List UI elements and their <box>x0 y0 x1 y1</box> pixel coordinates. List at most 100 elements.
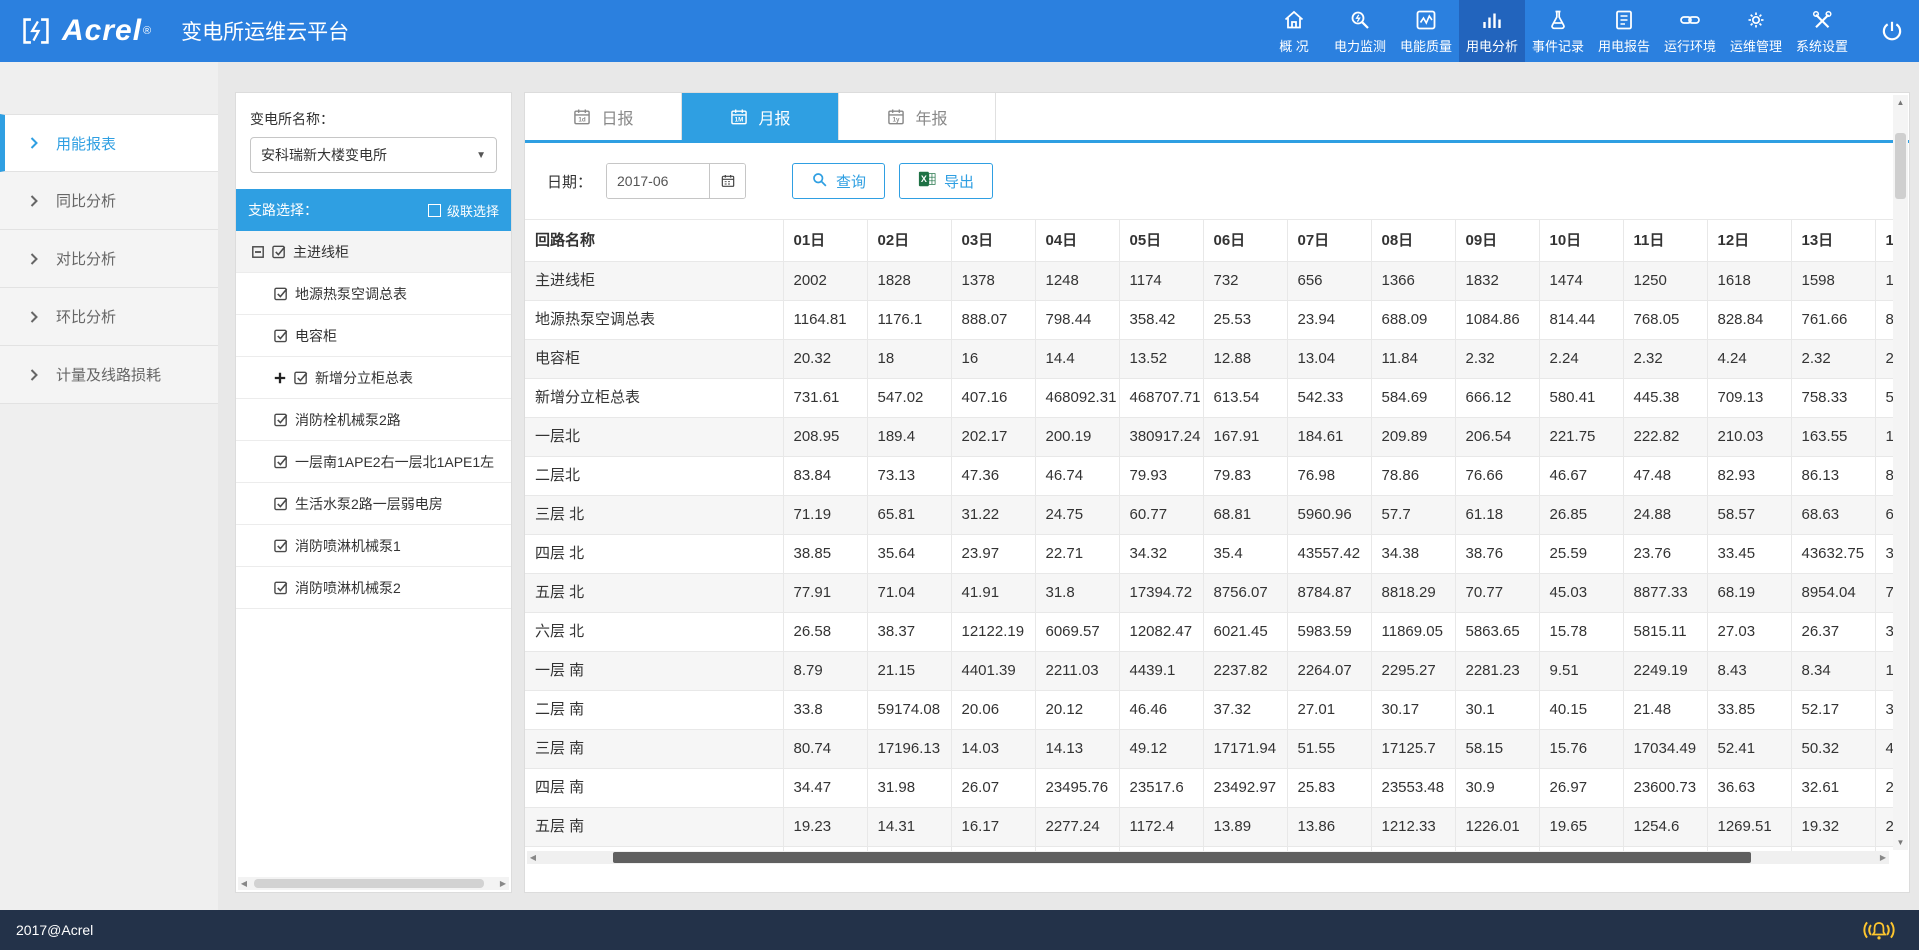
scroll-down-icon[interactable]: ▼ <box>1893 835 1908 850</box>
alarm-bell-icon[interactable] <box>1861 917 1897 943</box>
cell-value: 58.15 <box>1455 730 1539 769</box>
cell-value: 2264.07 <box>1287 652 1371 691</box>
expander-minus-icon[interactable] <box>252 246 266 258</box>
cascade-checkbox[interactable] <box>428 204 441 217</box>
cell-value: 49.12 <box>1119 730 1203 769</box>
tree-item[interactable]: 消防栓机械泵2路 <box>236 399 511 441</box>
tree-scrollbar-thumb[interactable] <box>254 879 484 888</box>
vertical-scrollbar-thumb[interactable] <box>1895 133 1906 199</box>
sidebar-item-yoy-analysis[interactable]: 同比分析 <box>0 172 218 230</box>
checkbox-checked-icon[interactable] <box>274 412 289 427</box>
checkbox-checked-icon[interactable] <box>274 454 289 469</box>
table-horizontal-scrollbar[interactable]: ◀ ▶ <box>527 851 1889 864</box>
cell-value: 208.95 <box>783 418 867 457</box>
tree-item[interactable]: 消防喷淋机械泵2 <box>236 567 511 609</box>
cell-value: 8.34 <box>1791 652 1875 691</box>
nav-item-power-monitor[interactable]: 电力监测 <box>1327 0 1393 62</box>
sidebar-item-energy-report[interactable]: 用能报表 <box>0 114 218 172</box>
checkbox-checked-icon[interactable] <box>272 244 287 259</box>
cell-value: 27.03 <box>1707 613 1791 652</box>
nav-item-overview[interactable]: 概 况 <box>1261 0 1327 62</box>
cell-value: 35.64 <box>867 535 951 574</box>
cell-value: 26.37 <box>1791 613 1875 652</box>
tree-item[interactable]: 一层南1APE2右一层北1APE1左 <box>236 441 511 483</box>
checkbox-checked-icon[interactable] <box>274 538 289 553</box>
tools-icon <box>1810 8 1834 32</box>
sidebar-item-mom-analysis[interactable]: 环比分析 <box>0 288 218 346</box>
nav-item-events[interactable]: 事件记录 <box>1525 0 1591 62</box>
cell-value: 40.15 <box>1539 691 1623 730</box>
tab-daily[interactable]: 1d日报 <box>525 93 682 140</box>
scroll-up-icon[interactable]: ▲ <box>1893 95 1908 110</box>
sidebar-item-line-loss[interactable]: 计量及线路损耗 <box>0 346 218 404</box>
cell-value: 1269.51 <box>1707 808 1791 847</box>
power-icon[interactable] <box>1879 18 1905 44</box>
cell-value: 1212.33 <box>1371 808 1455 847</box>
cell-value: 37.32 <box>1203 691 1287 730</box>
sidebar-item-compare[interactable]: 对比分析 <box>0 230 218 288</box>
nav-item-settings[interactable]: 系统设置 <box>1789 0 1855 62</box>
table-row: 三层 南80.7417196.1314.0314.1349.1217171.94… <box>525 730 1896 769</box>
cell-value: 71.04 <box>867 574 951 613</box>
acrel-logo-icon <box>20 17 52 45</box>
cell-value: 221.75 <box>1539 418 1623 457</box>
vertical-scrollbar[interactable]: ▲ ▼ <box>1893 95 1908 850</box>
checkbox-checked-icon[interactable] <box>294 370 309 385</box>
nav-item-label: 事件记录 <box>1532 36 1584 55</box>
tree-item[interactable]: 地源热泵空调总表 <box>236 273 511 315</box>
tree-horizontal-scrollbar[interactable]: ◀ ▶ <box>238 877 509 890</box>
cell-value: 20.06 <box>951 691 1035 730</box>
checkbox-checked-icon[interactable] <box>274 328 289 343</box>
tab-monthly[interactable]: 1M月报 <box>682 93 839 140</box>
checkbox-checked-icon[interactable] <box>274 580 289 595</box>
tree-item[interactable]: 生活水泵2路一层弱电房 <box>236 483 511 525</box>
tab-yearly[interactable]: 1y年报 <box>839 93 996 140</box>
station-select[interactable]: 安科瑞新大楼变电所 ▼ <box>250 137 497 173</box>
cell-value: 8784.87 <box>1287 574 1371 613</box>
nav-item-report[interactable]: 用电报告 <box>1591 0 1657 62</box>
calendar-day-icon: 1d <box>572 107 592 127</box>
tree-item[interactable]: 消防喷淋机械泵1 <box>236 525 511 567</box>
nav-item-usage-analysis[interactable]: 用电分析 <box>1459 0 1525 62</box>
query-button-label: 查询 <box>836 171 866 192</box>
nav-item-om[interactable]: 运维管理 <box>1723 0 1789 62</box>
cell-value: 76.66 <box>1455 457 1539 496</box>
table-row: 五层 北77.9171.0441.9131.817394.728756.0787… <box>525 574 1896 613</box>
scroll-left-icon[interactable]: ◀ <box>527 851 539 864</box>
query-button[interactable]: 查询 <box>792 163 885 199</box>
excel-icon: X <box>918 170 936 192</box>
tree-item[interactable]: 电容柜 <box>236 315 511 357</box>
cascade-select[interactable]: 级联选择 <box>428 201 499 220</box>
cell-value: 1226.01 <box>1455 808 1539 847</box>
table-row: 二层北83.8473.1347.3646.7479.9379.8376.9878… <box>525 457 1896 496</box>
cell-value: 8877.33 <box>1623 574 1707 613</box>
cell-value: 19.23 <box>783 808 867 847</box>
checkbox-checked-icon[interactable] <box>274 286 289 301</box>
checkbox-checked-icon[interactable] <box>274 496 289 511</box>
tree-item-label: 电容柜 <box>295 326 337 346</box>
cell-value: 613.54 <box>1203 379 1287 418</box>
report-table-area: 回路名称01日02日03日04日05日06日07日08日09日10日11日12日… <box>525 219 1896 852</box>
sidebar-item-label: 计量及线路损耗 <box>56 364 161 385</box>
cell-value: 1174 <box>1119 262 1203 301</box>
expander-plus-icon[interactable] <box>274 372 288 384</box>
scroll-left-icon[interactable]: ◀ <box>238 877 250 890</box>
cell-value: 2237.82 <box>1203 652 1287 691</box>
tree-item[interactable]: 新增分立柜总表 <box>236 357 511 399</box>
nav-item-energy-quality[interactable]: 电能质量 <box>1393 0 1459 62</box>
nav-item-environment[interactable]: 运行环境 <box>1657 0 1723 62</box>
tree-item-label: 生活水泵2路一层弱电房 <box>295 494 443 514</box>
cell-value: 5983.59 <box>1287 613 1371 652</box>
table-scrollbar-thumb[interactable] <box>613 852 1751 863</box>
cell-value: 47.36 <box>951 457 1035 496</box>
export-button[interactable]: X 导出 <box>899 163 993 199</box>
date-input[interactable] <box>607 164 709 198</box>
scroll-right-icon[interactable]: ▶ <box>1877 851 1889 864</box>
cell-value: 83.84 <box>783 457 867 496</box>
cell-value: 34.47 <box>783 769 867 808</box>
cell-value: 542.33 <box>1287 379 1371 418</box>
tree-item[interactable]: 主进线柜 <box>236 231 511 273</box>
scroll-right-icon[interactable]: ▶ <box>497 877 509 890</box>
cell-value: 68.19 <box>1707 574 1791 613</box>
calendar-button[interactable] <box>709 164 745 198</box>
